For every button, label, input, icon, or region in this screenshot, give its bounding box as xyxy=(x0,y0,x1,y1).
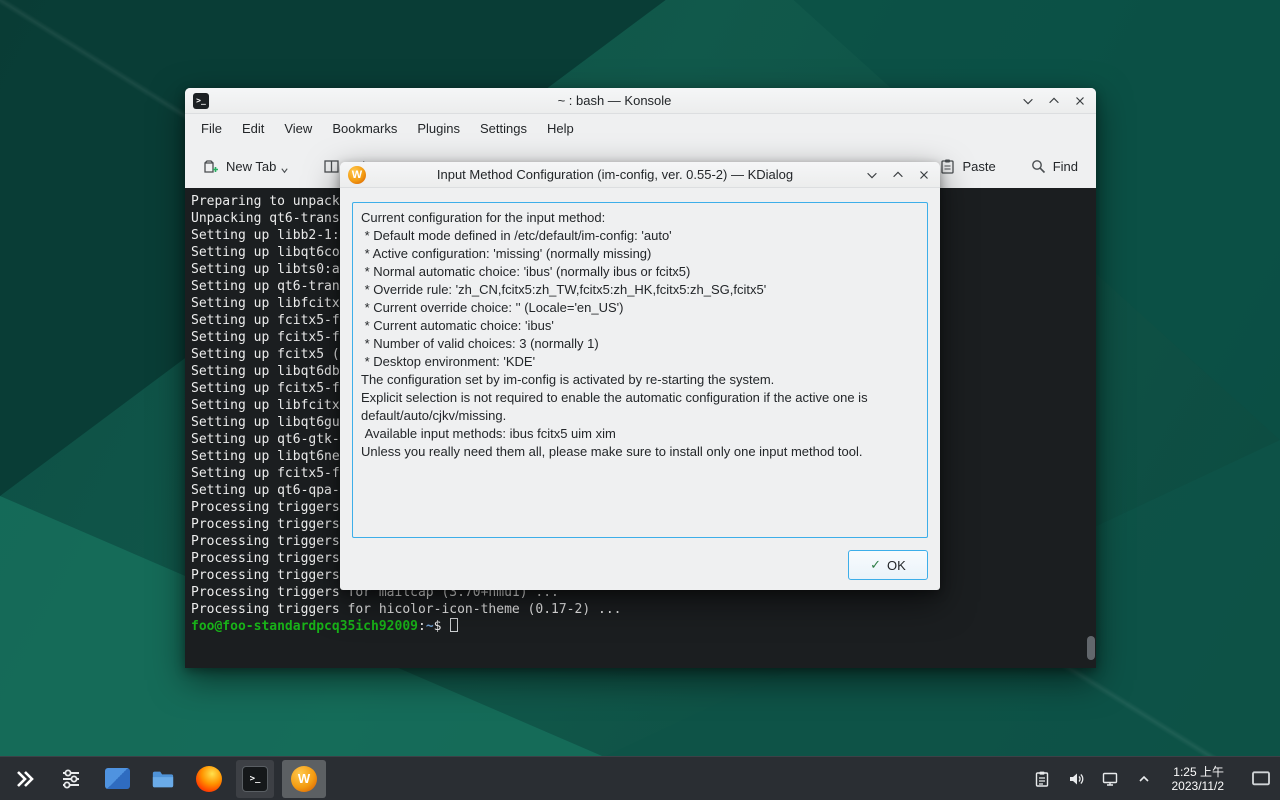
dialog-message-line: * Normal automatic choice: 'ibus' (norma… xyxy=(361,263,919,281)
dialog-message-line: Explicit selection is not required to en… xyxy=(361,389,919,425)
ok-button[interactable]: ✓ OK xyxy=(848,550,928,580)
sliders-button[interactable] xyxy=(52,760,90,798)
dialog-message-line: Available input methods: ibus fcitx5 uim… xyxy=(361,425,919,443)
folder-icon xyxy=(151,767,175,791)
menu-bookmarks[interactable]: Bookmarks xyxy=(322,114,407,144)
paste-icon xyxy=(939,158,956,175)
kdialog-window-controls xyxy=(864,167,932,183)
konsole-icon: >_ xyxy=(242,766,268,792)
prompt-colon: : xyxy=(418,619,426,634)
prompt-path: ~ xyxy=(426,619,434,634)
kdialog-window-title: Input Method Configuration (im-config, v… xyxy=(372,167,858,182)
im-config-icon: W xyxy=(291,766,317,792)
display-icon xyxy=(1101,770,1119,788)
konsole-window-controls xyxy=(1020,93,1088,109)
dialog-message-line: Unless you really need them all, please … xyxy=(361,443,919,461)
menu-settings[interactable]: Settings xyxy=(470,114,537,144)
prompt-user-host: foo@foo-standardpcq35ich92009 xyxy=(191,619,418,634)
chevron-up-icon xyxy=(1135,770,1153,788)
volume-tray-button[interactable] xyxy=(1062,760,1090,798)
clipboard-tray-button[interactable] xyxy=(1028,760,1056,798)
paste-label: Paste xyxy=(962,159,995,174)
paste-button[interactable]: Paste xyxy=(933,154,1001,179)
chevron-up-icon xyxy=(891,168,905,182)
menu-view[interactable]: View xyxy=(274,114,322,144)
display-tray-button[interactable] xyxy=(1096,760,1124,798)
menu-edit[interactable]: Edit xyxy=(232,114,274,144)
show-desktop-button[interactable] xyxy=(1248,760,1274,798)
pager-icon xyxy=(105,768,130,789)
maximize-button[interactable] xyxy=(1046,93,1062,109)
minimize-button[interactable] xyxy=(864,167,880,183)
chevron-up-icon xyxy=(1047,94,1061,108)
expand-tray-button[interactable] xyxy=(1130,760,1158,798)
clock-date: 2023/11/2 xyxy=(1172,779,1225,793)
maximize-button[interactable] xyxy=(890,167,906,183)
ok-label: OK xyxy=(887,558,906,573)
minimize-button[interactable] xyxy=(1020,93,1036,109)
system-tray xyxy=(1028,760,1158,798)
im-config-icon-letter: W xyxy=(298,771,310,786)
kdialog-titlebar[interactable]: W Input Method Configuration (im-config,… xyxy=(340,162,940,188)
show-desktop-icon xyxy=(1249,767,1273,791)
dialog-message-line: The configuration set by im-config is ac… xyxy=(361,371,919,389)
clipboard-icon xyxy=(1033,770,1051,788)
dialog-message-line: Current configuration for the input meth… xyxy=(361,209,919,227)
close-button[interactable] xyxy=(1072,93,1088,109)
new-tab-button[interactable]: New Tab xyxy=(197,154,295,179)
split-view-icon xyxy=(323,158,340,175)
search-icon xyxy=(1030,158,1047,175)
menu-file[interactable]: File xyxy=(191,114,232,144)
clock-time: 1:25 上午 xyxy=(1172,765,1225,779)
im-config-icon-letter: W xyxy=(352,169,362,181)
terminal-line: Processing triggers for hicolor-icon-the… xyxy=(191,601,1096,618)
dialog-message-line: * Override rule: 'zh_CN,fcitx5:zh_TW,fci… xyxy=(361,281,919,299)
dialog-message-line: * Number of valid choices: 3 (normally 1… xyxy=(361,335,919,353)
konsole-window-title: ~ : bash — Konsole xyxy=(215,93,1014,108)
dialog-message: Current configuration for the input meth… xyxy=(352,202,928,538)
menu-plugins[interactable]: Plugins xyxy=(407,114,470,144)
firefox-button[interactable] xyxy=(190,760,228,798)
terminal-cursor xyxy=(450,618,458,632)
close-icon xyxy=(917,168,931,182)
task-kdialog[interactable]: W xyxy=(282,760,326,798)
chevron-down-icon xyxy=(1021,94,1035,108)
sliders-icon xyxy=(59,767,83,791)
menu-help[interactable]: Help xyxy=(537,114,584,144)
app-launcher-icon xyxy=(13,767,37,791)
find-label: Find xyxy=(1053,159,1078,174)
pager-widget[interactable] xyxy=(98,760,136,798)
firefox-icon xyxy=(196,766,222,792)
im-config-icon: W xyxy=(348,166,366,184)
volume-icon xyxy=(1067,770,1085,788)
find-button[interactable]: Find xyxy=(1024,154,1084,179)
close-icon xyxy=(1073,94,1087,108)
konsole-icon-glyph: >_ xyxy=(250,774,261,784)
close-button[interactable] xyxy=(916,167,932,183)
taskbar: >_ W 1:25 上午 2023/11/2 xyxy=(0,756,1280,800)
konsole-icon-glyph: >_ xyxy=(196,96,206,105)
terminal-prompt-line: foo@foo-standardpcq35ich92009:~$ xyxy=(191,618,1096,635)
chevron-down-icon xyxy=(280,166,289,175)
app-launcher-button[interactable] xyxy=(6,760,44,798)
task-konsole[interactable]: >_ xyxy=(236,760,274,798)
dialog-message-line: * Default mode defined in /etc/default/i… xyxy=(361,227,919,245)
konsole-icon: >_ xyxy=(193,93,209,109)
dialog-message-line: * Current override choice: '' (Locale='e… xyxy=(361,299,919,317)
prompt-dollar: $ xyxy=(434,619,442,634)
clock[interactable]: 1:25 上午 2023/11/2 xyxy=(1172,765,1225,793)
check-icon: ✓ xyxy=(870,557,881,573)
dialog-message-line: * Active configuration: 'missing' (norma… xyxy=(361,245,919,263)
kdialog-window: W Input Method Configuration (im-config,… xyxy=(340,162,940,590)
file-manager-button[interactable] xyxy=(144,760,182,798)
new-tab-icon xyxy=(203,158,220,175)
terminal-scrollbar[interactable] xyxy=(1086,188,1095,668)
dialog-message-line: * Current automatic choice: 'ibus' xyxy=(361,317,919,335)
new-tab-label: New Tab xyxy=(226,159,276,174)
konsole-menubar: File Edit View Bookmarks Plugins Setting… xyxy=(185,114,1096,144)
chevron-down-icon xyxy=(865,168,879,182)
scrollbar-thumb[interactable] xyxy=(1087,636,1095,660)
konsole-titlebar[interactable]: >_ ~ : bash — Konsole xyxy=(185,88,1096,114)
dialog-message-line: * Desktop environment: 'KDE' xyxy=(361,353,919,371)
